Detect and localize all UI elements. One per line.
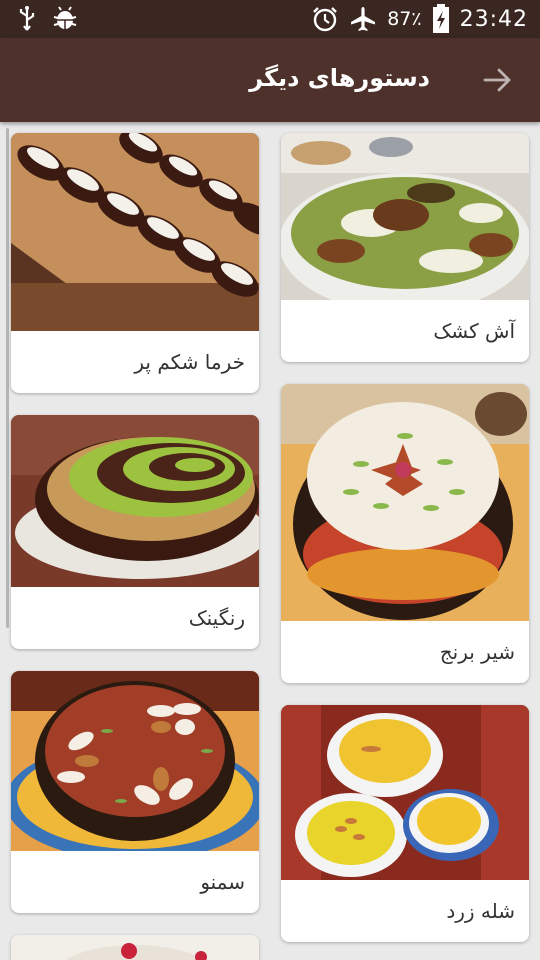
recipe-photo xyxy=(11,935,259,960)
app-bar: دستورهای دیگر xyxy=(0,38,540,122)
sholeh-zard-photo xyxy=(281,705,529,880)
recipe-title: سمنو xyxy=(200,870,245,894)
arrow-right-icon[interactable] xyxy=(482,64,514,96)
recipe-card-partial[interactable] xyxy=(11,935,259,960)
recipe-card-ash-kashk[interactable]: آش کشک xyxy=(281,133,529,362)
status-bar: 87٪ 23:42 xyxy=(0,0,540,38)
ranginak-photo xyxy=(11,415,259,587)
ash-kashk-photo xyxy=(281,133,529,300)
recipe-title: شیر برنج xyxy=(439,640,515,664)
battery-percent: 87٪ xyxy=(387,8,422,30)
samanu-photo xyxy=(11,671,259,851)
recipe-card-ranginak[interactable]: رنگینک xyxy=(11,415,259,649)
recipe-title: شله زرد xyxy=(446,899,515,923)
recipe-title: رنگینک xyxy=(188,606,245,630)
recipe-title: آش کشک xyxy=(433,319,515,343)
recipe-card-samanu[interactable]: سمنو xyxy=(11,671,259,913)
stuffed-dates-photo xyxy=(11,133,259,331)
recipe-grid: آش کشک خرما شکم پر شیر برنج رنگینک شله ز… xyxy=(0,122,540,960)
usb-icon xyxy=(19,6,35,31)
battery-charging-icon xyxy=(432,4,449,33)
android-debug-icon xyxy=(53,6,77,29)
recipe-card-rice-pudding[interactable]: شیر برنج xyxy=(281,384,529,683)
airplane-icon xyxy=(351,7,376,31)
recipe-card-sholeh-zard[interactable]: شله زرد xyxy=(281,705,529,942)
alarm-icon xyxy=(313,7,338,32)
recipe-card-stuffed-dates[interactable]: خرما شکم پر xyxy=(11,133,259,393)
rice-pudding-photo xyxy=(281,384,529,621)
clock: 23:42 xyxy=(459,6,528,32)
page-title: دستورهای دیگر xyxy=(249,64,430,92)
recipe-title: خرما شکم پر xyxy=(134,350,245,374)
